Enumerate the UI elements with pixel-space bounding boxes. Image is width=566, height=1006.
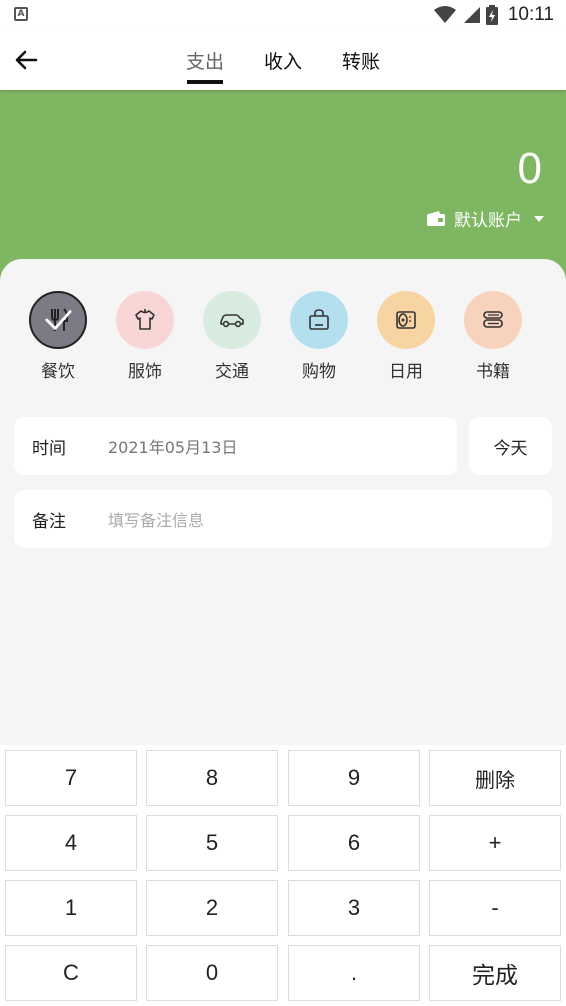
tab-income[interactable]: 收入 bbox=[264, 47, 302, 75]
decimal-key[interactable]: . bbox=[288, 945, 420, 1001]
note-input[interactable]: 填写备注信息 bbox=[108, 507, 204, 531]
back-button[interactable] bbox=[12, 46, 40, 74]
category-books-circle bbox=[464, 291, 522, 349]
wallet-icon bbox=[427, 210, 445, 226]
active-tab-indicator bbox=[187, 80, 223, 84]
plus-key[interactable]: + bbox=[429, 815, 561, 871]
key-8[interactable]: 8 bbox=[146, 750, 278, 806]
amount-header: 0 默认账户 bbox=[0, 90, 566, 280]
shopping-bag-icon bbox=[309, 309, 329, 330]
category-books[interactable]: 书籍 bbox=[463, 291, 523, 382]
today-button[interactable]: 今天 bbox=[469, 417, 552, 475]
note-label: 备注 bbox=[32, 511, 66, 532]
key-3[interactable]: 3 bbox=[288, 880, 420, 936]
time-label: 时间 bbox=[32, 438, 66, 459]
key-7[interactable]: 7 bbox=[5, 750, 137, 806]
battery-icon bbox=[485, 5, 498, 25]
category-label: 餐饮 bbox=[41, 362, 75, 382]
delete-key[interactable]: 删除 bbox=[429, 750, 561, 806]
arrow-left-icon bbox=[15, 50, 38, 70]
category-food[interactable]: 餐饮 bbox=[28, 291, 88, 382]
minus-key[interactable]: - bbox=[429, 880, 561, 936]
category-daily-circle bbox=[377, 291, 435, 349]
app-notification-icon: A bbox=[14, 7, 28, 21]
done-key[interactable]: 完成 bbox=[429, 945, 561, 1001]
category-food-circle bbox=[29, 291, 87, 349]
signal-icon bbox=[463, 7, 480, 23]
category-shopping-circle bbox=[290, 291, 348, 349]
note-row[interactable]: 备注 填写备注信息 bbox=[14, 490, 552, 548]
caret-down-icon bbox=[534, 215, 544, 222]
time-value: 2021年05月13日 bbox=[108, 438, 238, 457]
key-2[interactable]: 2 bbox=[146, 880, 278, 936]
shirt-icon bbox=[135, 309, 155, 330]
today-label: 今天 bbox=[493, 438, 528, 459]
top-nav: 支出 收入 转账 bbox=[0, 30, 566, 90]
time-row[interactable]: 时间 2021年05月13日 bbox=[14, 417, 457, 475]
category-label: 服饰 bbox=[128, 362, 162, 382]
amount-display: 0 bbox=[517, 144, 542, 193]
content-panel: 餐饮 服饰 交通 购物 日用 书籍 时间 2021年05月13日 今天 备注 填… bbox=[0, 259, 566, 749]
status-bar: A 10:11 bbox=[0, 0, 566, 30]
category-shopping[interactable]: 购物 bbox=[289, 291, 349, 382]
key-9[interactable]: 9 bbox=[288, 750, 420, 806]
category-label: 日用 bbox=[389, 362, 423, 382]
key-6[interactable]: 6 bbox=[288, 815, 420, 871]
car-icon bbox=[220, 314, 244, 328]
tab-transfer[interactable]: 转账 bbox=[342, 47, 380, 75]
check-icon bbox=[45, 310, 72, 330]
category-clothes[interactable]: 服饰 bbox=[115, 291, 175, 382]
keypad: 7 8 9 删除 4 5 6 + 1 2 3 - C 0 . 完成 bbox=[0, 745, 566, 1006]
category-clothes-circle bbox=[116, 291, 174, 349]
category-transport-circle bbox=[203, 291, 261, 349]
key-4[interactable]: 4 bbox=[5, 815, 137, 871]
books-icon bbox=[483, 311, 503, 328]
category-daily[interactable]: 日用 bbox=[376, 291, 436, 382]
category-label: 书籍 bbox=[476, 362, 510, 382]
account-label: 默认账户 bbox=[454, 211, 522, 231]
category-label: 交通 bbox=[215, 362, 249, 382]
key-5[interactable]: 5 bbox=[146, 815, 278, 871]
toilet-paper-icon bbox=[396, 311, 416, 329]
clear-key[interactable]: C bbox=[5, 945, 137, 1001]
category-transport[interactable]: 交通 bbox=[202, 291, 262, 382]
key-1[interactable]: 1 bbox=[5, 880, 137, 936]
category-label: 购物 bbox=[302, 362, 336, 382]
tab-expense[interactable]: 支出 bbox=[186, 47, 224, 75]
key-0[interactable]: 0 bbox=[146, 945, 278, 1001]
status-time: 10:11 bbox=[507, 4, 554, 25]
wifi-icon bbox=[433, 6, 456, 23]
account-selector[interactable]: 默认账户 bbox=[426, 206, 544, 231]
status-icons: 10:11 bbox=[433, 3, 554, 27]
